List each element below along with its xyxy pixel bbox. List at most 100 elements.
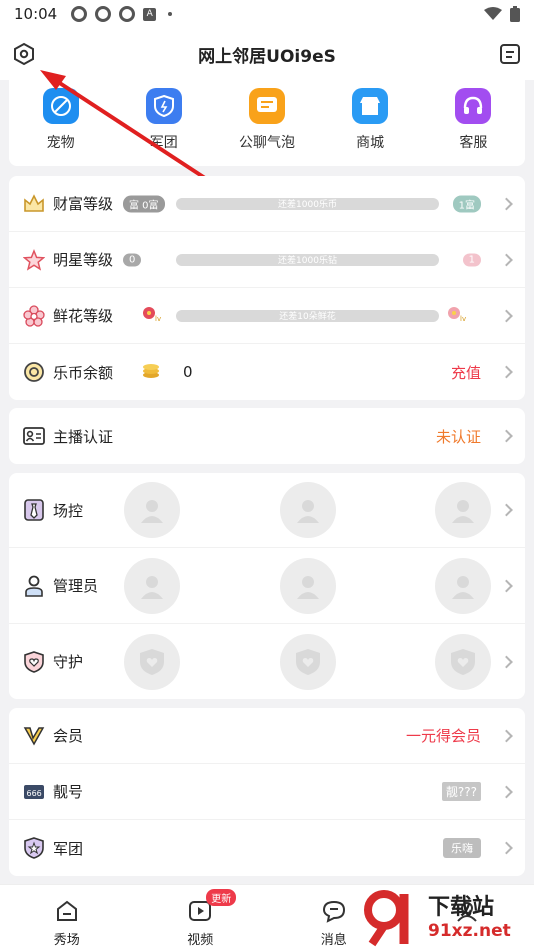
tie-icon: [23, 499, 45, 521]
svg-text:666: 666: [27, 789, 42, 798]
nice-number-row[interactable]: 666 靓号 靓???: [9, 764, 525, 820]
next-level-badge: 1: [462, 253, 481, 266]
chevron-right-icon: [500, 579, 513, 592]
row-label: 乐币余额: [53, 363, 114, 382]
member-card: 会员 一元得会员 666 靓号 靓??? 军团 乐嗨: [9, 708, 525, 876]
member-row[interactable]: 会员 一元得会员: [9, 708, 525, 764]
chevron-right-icon: [500, 841, 513, 855]
guardian-row[interactable]: 守护: [9, 624, 525, 699]
member-promo[interactable]: 一元得会员: [406, 725, 481, 746]
quick-item-store[interactable]: 商城: [330, 88, 410, 166]
wifi-icon: [484, 7, 502, 20]
crown-icon: [23, 193, 45, 215]
quick-item-label: 军团: [149, 135, 178, 151]
user-icon: [23, 575, 45, 597]
watermark-logo: [364, 890, 409, 947]
admin-row[interactable]: 管理员: [9, 548, 525, 624]
menu-button[interactable]: [496, 40, 524, 68]
coin-icon: [23, 361, 45, 383]
quick-item-label: 宠物: [46, 135, 75, 151]
quick-item-label: 客服: [459, 135, 488, 151]
watermark-title: 下载站: [428, 895, 495, 920]
chevron-right-icon: [500, 729, 513, 742]
star-icon: [23, 248, 45, 271]
home-icon: [56, 900, 77, 921]
quick-item-label: 商城: [356, 135, 385, 151]
notification-icon: [71, 6, 88, 22]
avatar-placeholder: [435, 482, 491, 538]
avatar-placeholder: [435, 557, 491, 614]
legion-row[interactable]: 军团 乐嗨: [9, 820, 525, 876]
row-label: 守护: [53, 653, 84, 671]
levels-card: 财富等级 富 0富 还差1000乐币 1富 明星等级 0 还差1000乐钻 1 …: [9, 176, 525, 400]
chevron-right-icon: [500, 253, 513, 266]
more-notifications-icon: [168, 12, 173, 16]
room-control-row[interactable]: 场控: [9, 473, 525, 548]
chevron-right-icon: [500, 785, 513, 798]
current-flower-badge: lv: [140, 305, 166, 327]
row-label: 靓号: [53, 783, 84, 801]
roles-card: 场控 管理员 守护: [9, 473, 525, 699]
list-icon: [500, 44, 520, 64]
balance-row[interactable]: 乐币余额 0 充值: [9, 344, 525, 400]
flower-icon: [23, 304, 45, 327]
pet-icon: [42, 88, 79, 124]
number-badge-icon: 666: [23, 781, 45, 803]
chevron-right-icon: [500, 309, 513, 322]
progress-bar: 还差1000乐钻: [176, 253, 439, 266]
row-label: 财富等级: [53, 195, 114, 213]
row-label: 会员: [53, 727, 84, 745]
row-label: 鲜花等级: [53, 307, 114, 325]
recharge-link[interactable]: 充值: [451, 362, 481, 383]
avatar-slots: [124, 482, 491, 538]
notification-icon: [95, 6, 112, 22]
store-icon: [352, 88, 389, 124]
notification-icon: [119, 6, 136, 22]
message-icon: [322, 900, 345, 923]
quick-item-legion[interactable]: 军团: [124, 88, 204, 166]
tab-label: 视频: [187, 933, 214, 948]
chevron-right-icon: [500, 503, 513, 517]
guard-placeholder: [124, 633, 180, 690]
progress-bar: 还差10朵鲜花: [176, 309, 439, 322]
svg-text:lv: lv: [155, 315, 161, 323]
shield-icon: [145, 88, 182, 124]
app-notification-icon: A: [143, 7, 157, 21]
quick-item-label: 公聊气泡: [238, 135, 295, 151]
quick-item-pet[interactable]: 宠物: [21, 88, 101, 166]
star-level-row[interactable]: 明星等级 0 还差1000乐钻 1: [9, 232, 525, 288]
anchor-verify-row[interactable]: 主播认证 未认证: [9, 408, 525, 464]
quick-item-customer-service[interactable]: 客服: [433, 88, 513, 166]
avatar-placeholder: [279, 557, 336, 614]
row-label: 场控: [53, 501, 84, 520]
watermark: 下载站 91xz.net: [360, 888, 530, 948]
chevron-right-icon: [500, 365, 513, 379]
flower-level-row[interactable]: 鲜花等级 lv 还差10朵鲜花 lv: [9, 288, 525, 344]
tab-showroom[interactable]: 秀场: [22, 885, 112, 950]
balance-value: 0: [183, 363, 193, 381]
vip-icon: [23, 725, 45, 747]
chevron-right-icon: [500, 429, 513, 443]
headset-icon: [455, 88, 492, 124]
guard-placeholder: [279, 633, 336, 690]
progress-bar: 还差1000乐币: [176, 197, 439, 210]
wealth-level-row[interactable]: 财富等级 富 0富 还差1000乐币 1富: [9, 176, 525, 232]
quick-item-chat-bubble[interactable]: 公聊气泡: [227, 88, 307, 166]
watermark-url: 91xz.net: [428, 921, 511, 941]
status-time: 10:04: [14, 5, 58, 23]
anchor-card: 主播认证 未认证: [9, 408, 525, 464]
avatar-placeholder: [279, 482, 336, 538]
settings-button[interactable]: [10, 40, 38, 68]
quick-entries: 宠物 军团 公聊气泡 商城 客服: [9, 80, 525, 166]
shield-heart-icon: [23, 650, 45, 673]
legion-shield-icon: [23, 837, 45, 859]
next-level-badge: 1富: [452, 195, 481, 212]
chevron-right-icon: [500, 655, 513, 668]
status-bar: 10:04 A: [0, 0, 534, 28]
avatar-placeholder: [124, 482, 180, 538]
current-level-badge: 0: [123, 253, 142, 266]
tab-video[interactable]: 更新 视频: [155, 885, 245, 950]
gear-icon: [14, 42, 34, 66]
chat-bubble-icon: [248, 88, 285, 124]
avatar-placeholder: [124, 557, 180, 614]
